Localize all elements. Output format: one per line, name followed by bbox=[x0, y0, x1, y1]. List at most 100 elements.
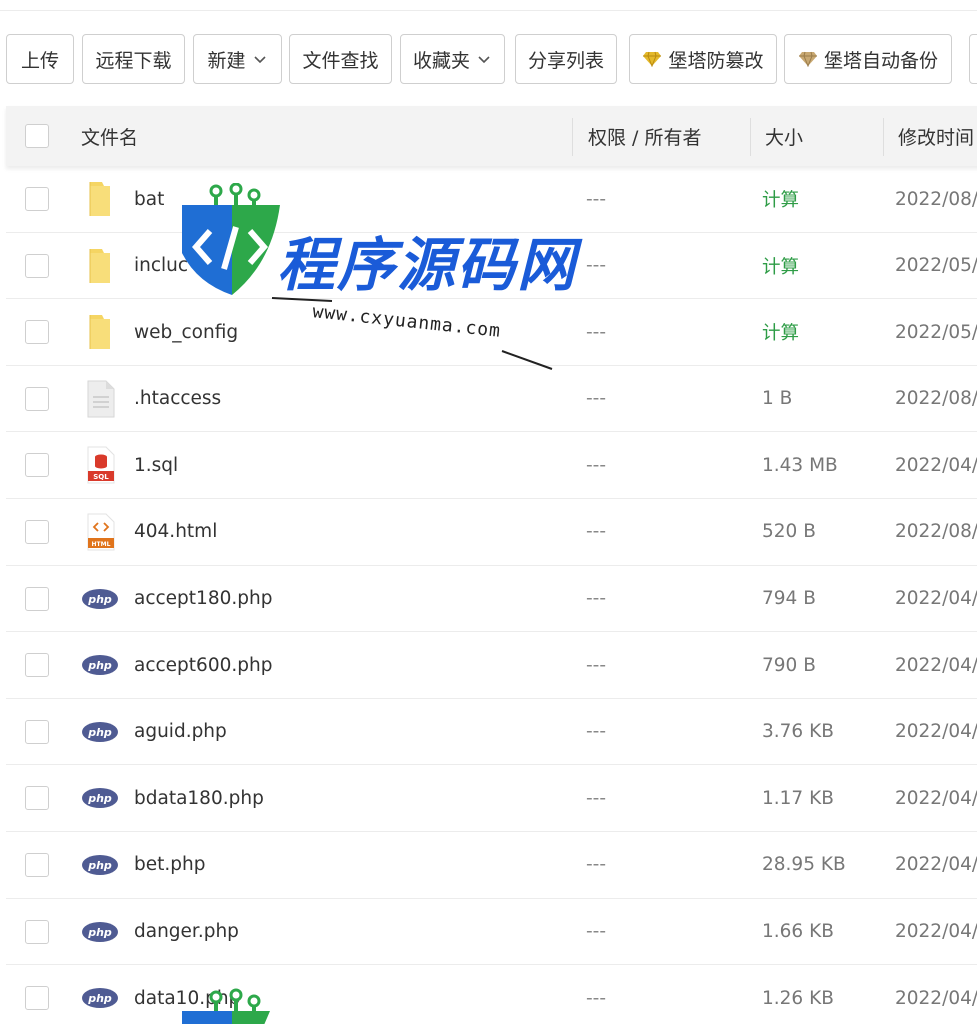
file-modified-time: 2022/04/0 bbox=[895, 654, 977, 676]
svg-text:php: php bbox=[87, 659, 112, 672]
header-permission[interactable]: 权限 / 所有者 bbox=[588, 106, 701, 166]
file-type-icon: php bbox=[80, 713, 120, 751]
file-permission[interactable]: --- bbox=[586, 366, 606, 432]
php-file-icon: php bbox=[82, 988, 118, 1009]
table-row[interactable]: web_config --- 计算 2022/05/0 bbox=[6, 299, 977, 366]
php-file-icon: php bbox=[82, 921, 118, 942]
table-row[interactable]: php accept600.php --- 790 B 2022/04/0 bbox=[6, 632, 977, 699]
file-type-icon bbox=[80, 380, 120, 418]
file-permission[interactable]: --- bbox=[586, 299, 606, 365]
select-all-checkbox[interactable] bbox=[25, 124, 49, 148]
table-row[interactable]: HTML 404.html --- 520 B 2022/08/0 bbox=[6, 499, 977, 566]
row-checkbox[interactable] bbox=[25, 386, 49, 411]
file-permission[interactable]: --- bbox=[586, 499, 606, 565]
remote-download-button[interactable]: 远程下载 bbox=[82, 34, 185, 84]
file-name[interactable]: .htaccess bbox=[134, 366, 221, 432]
row-checkbox[interactable] bbox=[25, 653, 49, 678]
file-name[interactable]: accept180.php bbox=[134, 566, 272, 632]
row-checkbox[interactable] bbox=[25, 519, 49, 544]
file-name[interactable]: accept600.php bbox=[134, 632, 272, 698]
html-file-icon: HTML bbox=[87, 513, 115, 551]
table-row[interactable]: php data10.php --- 1.26 KB 2022/04/0 bbox=[6, 965, 977, 1024]
svg-text:php: php bbox=[87, 859, 112, 872]
row-checkbox[interactable] bbox=[25, 453, 49, 478]
file-size: 1.66 KB bbox=[762, 921, 834, 943]
svg-text:php: php bbox=[87, 726, 112, 739]
row-checkbox[interactable] bbox=[25, 852, 49, 877]
table-row[interactable]: php bet.php --- 28.95 KB 2022/04/0 bbox=[6, 832, 977, 899]
file-name[interactable]: web_config bbox=[134, 299, 238, 365]
file-name[interactable]: incluc bbox=[134, 233, 188, 299]
row-checkbox[interactable] bbox=[25, 986, 49, 1011]
calculate-size-link[interactable]: 计算 bbox=[762, 299, 799, 365]
table-header: 文件名 权限 / 所有者 大小 修改时间 bbox=[6, 106, 977, 166]
table-row[interactable]: incluc --- 计算 2022/05/0 bbox=[6, 233, 977, 300]
table-row[interactable]: php danger.php --- 1.66 KB 2022/04/0 bbox=[6, 899, 977, 966]
file-size: 1.43 MB bbox=[762, 454, 838, 476]
row-checkbox[interactable] bbox=[25, 253, 49, 278]
row-checkbox[interactable] bbox=[25, 187, 49, 211]
file-name[interactable]: 404.html bbox=[134, 499, 217, 565]
file-size: 790 B bbox=[762, 654, 816, 676]
row-checkbox[interactable] bbox=[25, 586, 49, 611]
favorites-dropdown-button[interactable]: 收藏夹 bbox=[400, 34, 505, 84]
file-permission[interactable]: --- bbox=[586, 166, 606, 232]
file-name[interactable]: aguid.php bbox=[134, 699, 227, 765]
chevron-down-icon bbox=[478, 56, 490, 64]
php-file-icon: php bbox=[82, 721, 118, 742]
favorites-label: 收藏夹 bbox=[412, 49, 470, 72]
file-size: 3.76 KB bbox=[762, 721, 834, 743]
file-modified-time: 2022/04/0 bbox=[895, 987, 977, 1009]
file-permission[interactable]: --- bbox=[586, 432, 606, 498]
auto-backup-button[interactable]: 堡塔自动备份 bbox=[784, 34, 952, 84]
chevron-down-icon bbox=[253, 56, 266, 64]
share-list-button[interactable]: 分享列表 bbox=[515, 34, 617, 84]
svg-text:php: php bbox=[87, 926, 112, 939]
svg-text:SQL: SQL bbox=[93, 473, 109, 481]
table-row[interactable]: bat --- 计算 2022/08/0 bbox=[6, 166, 977, 233]
file-name[interactable]: danger.php bbox=[134, 899, 239, 965]
file-permission[interactable]: --- bbox=[586, 566, 606, 632]
tamper-proof-button[interactable]: 堡塔防篡改 bbox=[629, 34, 777, 84]
file-permission[interactable]: --- bbox=[586, 699, 606, 765]
file-name[interactable]: 1.sql bbox=[134, 432, 178, 498]
file-permission[interactable]: --- bbox=[586, 899, 606, 965]
calculate-size-link[interactable]: 计算 bbox=[762, 233, 799, 299]
table-row[interactable]: .htaccess --- 1 B 2022/08/0 bbox=[6, 366, 977, 433]
file-modified-time: 2022/04/0 bbox=[895, 854, 977, 876]
header-modified[interactable]: 修改时间 bbox=[898, 106, 974, 166]
table-row[interactable]: php bdata180.php --- 1.17 KB 2022/04/0 bbox=[6, 765, 977, 832]
file-permission[interactable]: --- bbox=[586, 632, 606, 698]
upload-button[interactable]: 上传 bbox=[6, 34, 74, 84]
file-size: 520 B bbox=[762, 521, 816, 543]
table-row[interactable]: php accept180.php --- 794 B 2022/04/1 bbox=[6, 566, 977, 633]
row-checkbox[interactable] bbox=[25, 719, 49, 744]
file-name[interactable]: data10.php bbox=[134, 965, 240, 1024]
file-name[interactable]: bdata180.php bbox=[134, 765, 264, 831]
table-row[interactable]: SQL 1.sql --- 1.43 MB 2022/04/1 bbox=[6, 432, 977, 499]
table-body: bat---计算2022/08/0incluc---计算2022/05/0web… bbox=[6, 166, 977, 1024]
file-search-button[interactable]: 文件查找 bbox=[289, 34, 392, 84]
row-checkbox[interactable] bbox=[25, 919, 49, 944]
file-permission[interactable]: --- bbox=[586, 832, 606, 898]
more-toolbar-button[interactable] bbox=[969, 34, 977, 84]
calculate-size-link[interactable]: 计算 bbox=[762, 166, 799, 232]
file-permission[interactable]: --- bbox=[586, 765, 606, 831]
php-file-icon: php bbox=[82, 854, 118, 875]
new-dropdown-button[interactable]: 新建 bbox=[193, 34, 282, 84]
file-type-icon: php bbox=[80, 580, 120, 618]
svg-text:php: php bbox=[87, 992, 112, 1005]
file-permission[interactable]: --- bbox=[586, 233, 606, 299]
table-row[interactable]: php aguid.php --- 3.76 KB 2022/04/0 bbox=[6, 699, 977, 766]
new-label: 新建 bbox=[207, 49, 246, 72]
row-checkbox[interactable] bbox=[25, 786, 49, 811]
file-type-icon bbox=[80, 313, 120, 351]
file-name[interactable]: bat bbox=[134, 166, 164, 232]
row-checkbox[interactable] bbox=[25, 320, 49, 345]
header-size[interactable]: 大小 bbox=[765, 106, 803, 166]
header-name[interactable]: 文件名 bbox=[81, 106, 138, 166]
auto-backup-label: 堡塔自动备份 bbox=[823, 49, 938, 72]
file-name[interactable]: bet.php bbox=[134, 832, 205, 898]
diamond-icon bbox=[643, 51, 662, 67]
file-permission[interactable]: --- bbox=[586, 965, 606, 1024]
